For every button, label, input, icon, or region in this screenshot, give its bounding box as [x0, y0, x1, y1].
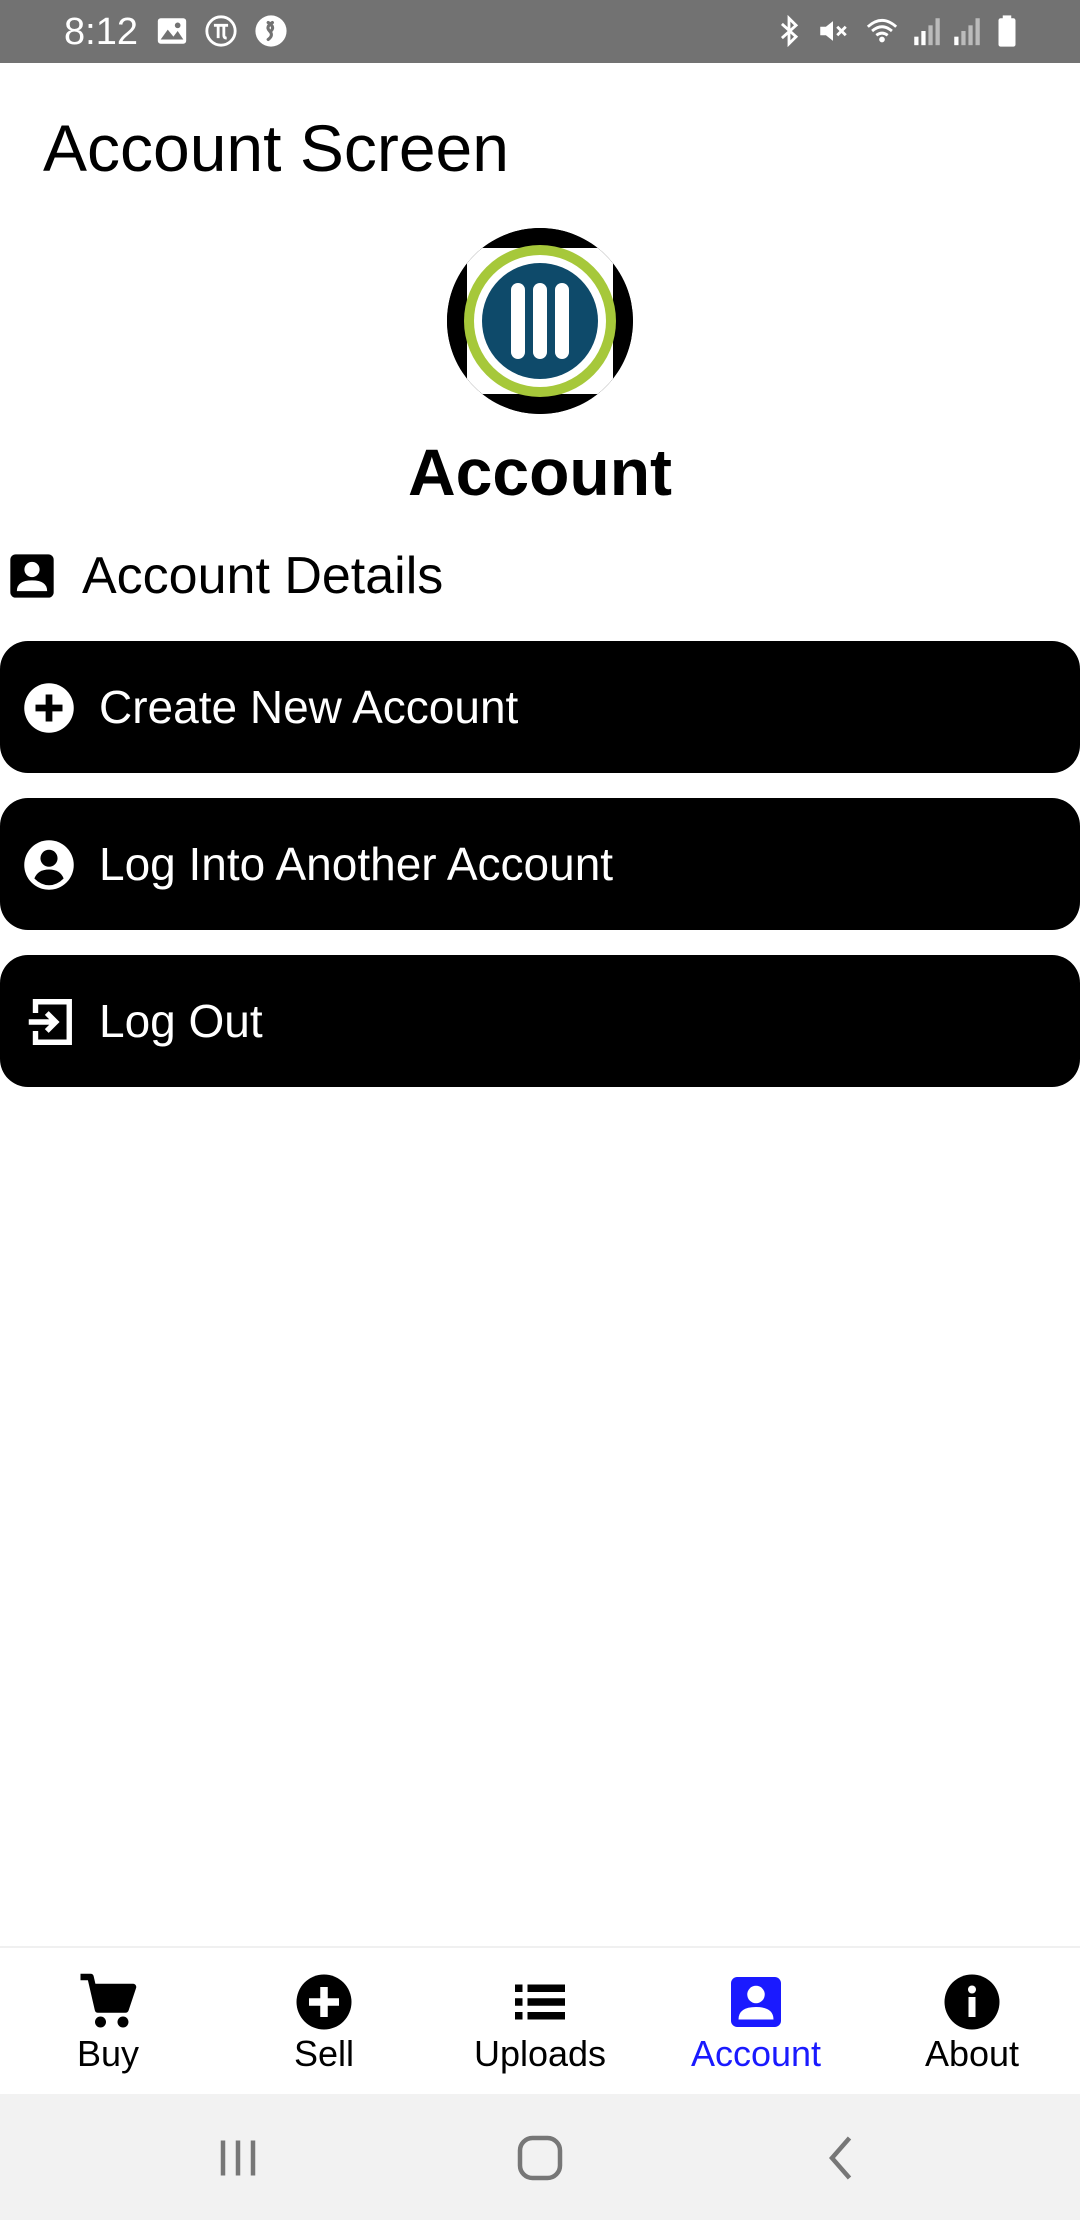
- nav-item-sell[interactable]: Sell: [216, 1948, 432, 2096]
- mute-icon: [816, 14, 850, 48]
- log-out-label: Log Out: [99, 995, 263, 1047]
- nav-label-uploads: Uploads: [473, 2033, 607, 2074]
- signal-icon: [950, 14, 984, 48]
- account-heading: Account: [408, 435, 672, 509]
- nav-item-uploads[interactable]: Uploads: [432, 1948, 648, 2096]
- log-out-button[interactable]: Log Out: [0, 955, 1080, 1087]
- app-logo-icon: [447, 228, 633, 414]
- bluetooth-icon: [772, 14, 806, 48]
- nav-item-buy[interactable]: Buy: [0, 1948, 216, 2096]
- cart-icon: [78, 1972, 138, 2032]
- battery-icon: [990, 14, 1024, 48]
- info-icon: [942, 1972, 1002, 2032]
- logout-icon: [22, 995, 76, 1049]
- page-title: Account Screen: [43, 111, 509, 185]
- shazam-icon: [254, 14, 288, 48]
- status-time: 8:12: [64, 11, 138, 53]
- account-circle-icon: [22, 838, 76, 892]
- add-circle-icon: [22, 681, 76, 735]
- back-icon[interactable]: [812, 2128, 872, 2188]
- log-into-another-account-label: Log Into Another Account: [99, 838, 614, 890]
- home-icon[interactable]: [510, 2128, 570, 2188]
- add-circle-icon: [294, 1972, 354, 2032]
- status-bar: 8:12: [0, 0, 1080, 63]
- gallery-icon: [155, 14, 189, 48]
- wifi-icon: [862, 14, 902, 48]
- nav-label-about: About: [924, 2033, 1020, 2074]
- nav-label-buy: Buy: [76, 2033, 140, 2074]
- log-into-another-account-button[interactable]: Log Into Another Account: [0, 798, 1080, 930]
- create-new-account-button[interactable]: Create New Account: [0, 641, 1080, 773]
- recent-apps-icon[interactable]: [208, 2128, 268, 2188]
- create-new-account-label: Create New Account: [99, 681, 519, 733]
- nav-item-account[interactable]: Account: [648, 1948, 864, 2096]
- account-box-icon: [6, 550, 58, 602]
- signal-icon: [910, 14, 944, 48]
- system-nav-bar: [0, 2094, 1080, 2220]
- pi-icon: [204, 14, 238, 48]
- nav-label-sell: Sell: [293, 2033, 355, 2074]
- nav-label-account: Account: [690, 2033, 822, 2074]
- nav-item-about[interactable]: About: [864, 1948, 1080, 2096]
- account-details-label: Account Details: [82, 547, 444, 605]
- list-icon: [510, 1972, 570, 2032]
- account-details-row[interactable]: Account Details: [0, 540, 1080, 610]
- bottom-nav: Buy Sell Uploads Account About: [0, 1946, 1080, 2094]
- account-box-icon: [726, 1972, 786, 2032]
